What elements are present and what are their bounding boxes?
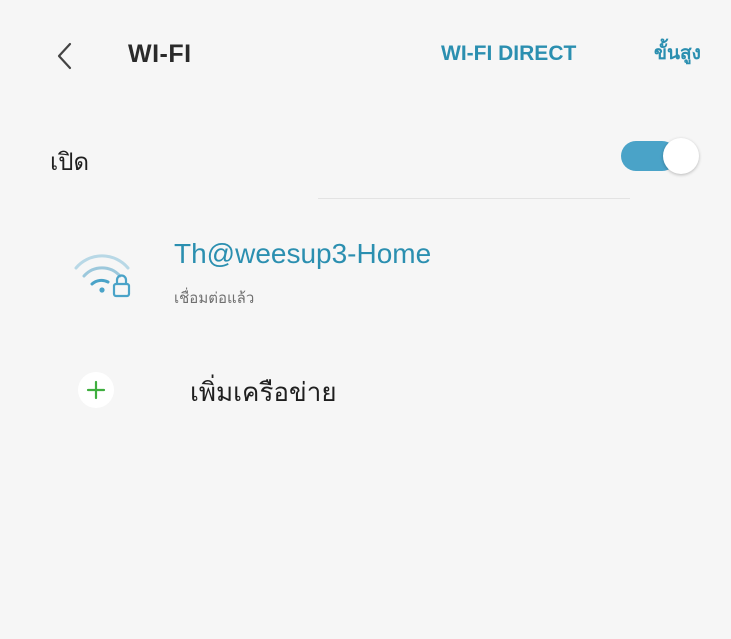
page-title: WI-FI (128, 40, 192, 68)
network-name: Th@weesup3-Home (174, 238, 432, 269)
plus-icon (78, 372, 114, 408)
wifi-toggle-label: เปิด (50, 148, 90, 176)
add-network-row[interactable]: เพิ่มเครือข่าย (0, 358, 731, 422)
wifi-locked-icon (72, 248, 136, 298)
wifi-switch[interactable] (621, 138, 699, 176)
network-list-item[interactable]: Th@weesup3-Home เชื่อมต่อแล้ว (0, 230, 731, 320)
wifi-settings-screen: WI-FI WI-FI DIRECT ขั้นสูง เปิด Th@weesu… (0, 0, 731, 639)
wifi-direct-button[interactable]: WI-FI DIRECT (441, 42, 576, 66)
switch-thumb (663, 138, 699, 174)
wifi-toggle-row[interactable]: เปิด (0, 120, 731, 190)
back-button[interactable] (48, 36, 84, 76)
app-bar: WI-FI WI-FI DIRECT ขั้นสูง (0, 0, 731, 110)
advanced-button[interactable]: ขั้นสูง (654, 38, 701, 68)
divider (318, 198, 630, 199)
add-network-label: เพิ่มเครือข่าย (190, 378, 337, 408)
chevron-left-icon (57, 42, 72, 70)
network-status: เชื่อมต่อแล้ว (174, 289, 255, 307)
